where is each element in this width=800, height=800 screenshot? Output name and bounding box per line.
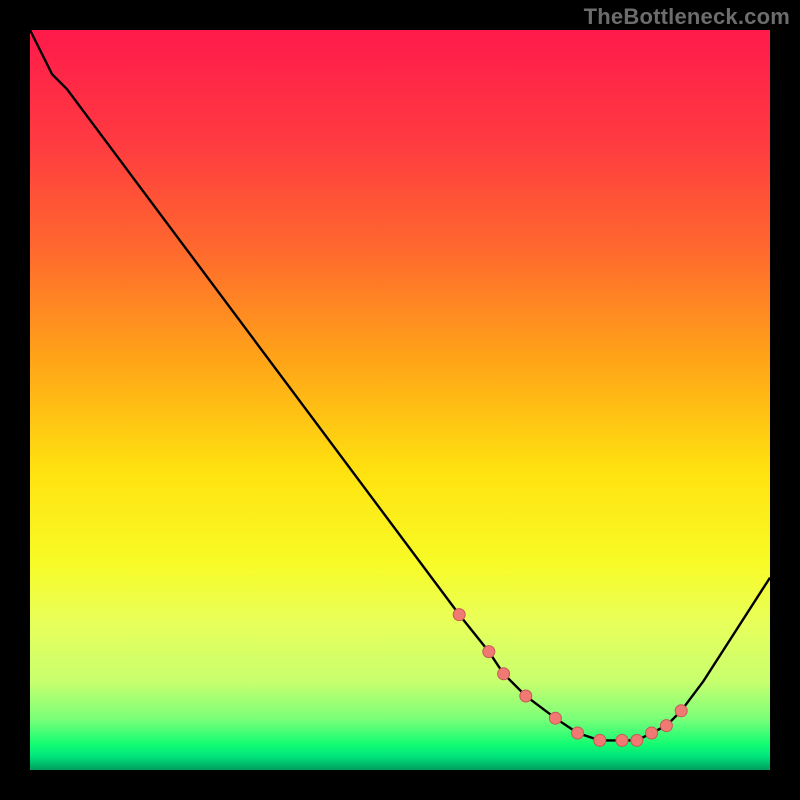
marker-point <box>498 668 510 680</box>
marker-point <box>572 727 584 739</box>
marker-point <box>660 720 672 732</box>
marker-point <box>549 712 561 724</box>
chart-svg <box>30 30 770 770</box>
marker-point <box>453 609 465 621</box>
plot-area <box>30 30 770 770</box>
marker-point <box>646 727 658 739</box>
marker-point <box>483 646 495 658</box>
marker-point <box>631 734 643 746</box>
marker-point <box>594 734 606 746</box>
marker-point <box>675 705 687 717</box>
heatmap-background <box>30 30 770 770</box>
marker-point <box>520 690 532 702</box>
marker-point <box>616 734 628 746</box>
chart-frame: TheBottleneck.com <box>0 0 800 800</box>
watermark-text: TheBottleneck.com <box>584 4 790 30</box>
